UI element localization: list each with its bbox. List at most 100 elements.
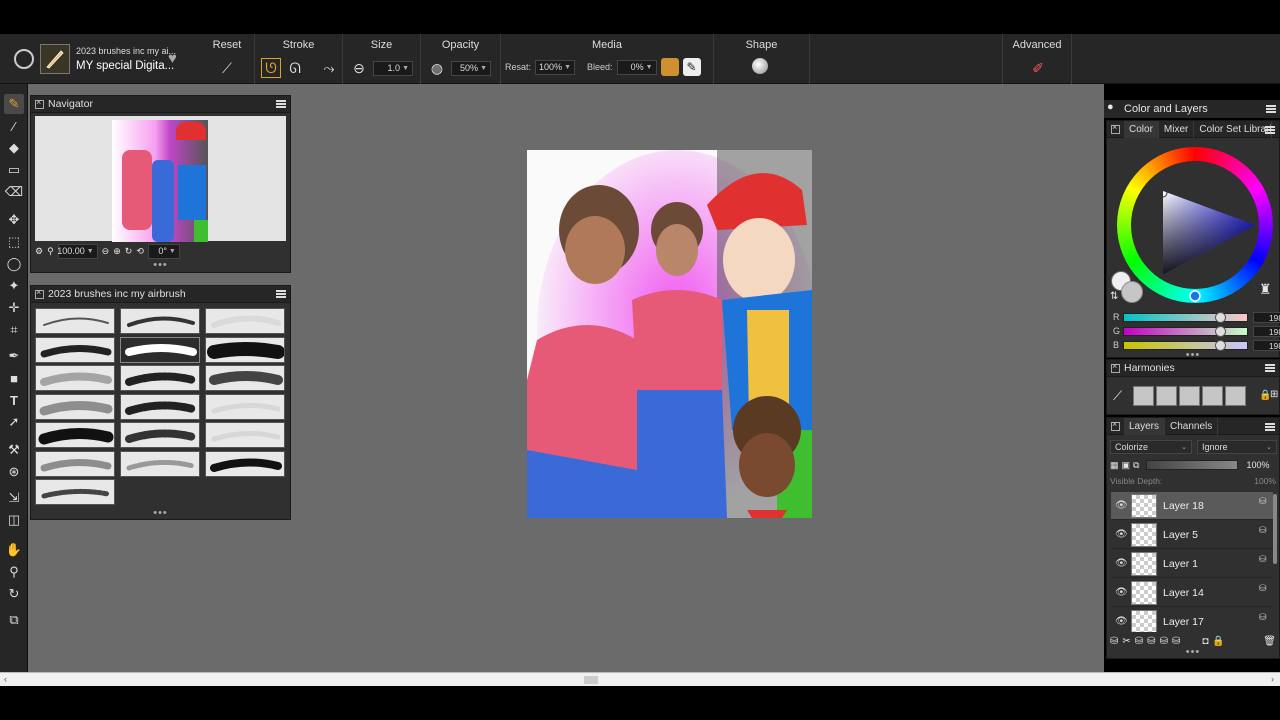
eye-icon[interactable]: 👁 (1115, 616, 1128, 628)
brush-shape-icon[interactable] (752, 58, 768, 74)
harmony-swatch[interactable] (1225, 386, 1246, 406)
zoom-field[interactable]: 100.00 ▼ (57, 243, 98, 259)
grabber-icon[interactable]: ✋ (4, 540, 24, 560)
brush-variant-thumbnail[interactable] (205, 450, 285, 477)
dropper-tool-icon[interactable]: ⁄ (4, 116, 24, 136)
favorite-heart-icon[interactable]: ♥ (168, 50, 177, 67)
brush-variant-thumbnail[interactable] (205, 393, 285, 420)
harmony-swatch[interactable] (1133, 386, 1154, 406)
r-slider-knob[interactable] (1215, 311, 1226, 323)
magic-wand-icon[interactable]: ✦ (4, 276, 24, 296)
advanced-brush-icon[interactable]: ✐ (1028, 58, 1048, 78)
g-slider[interactable] (1123, 325, 1248, 337)
navigator-preview[interactable] (35, 116, 286, 242)
magnifier-icon[interactable]: ⚲ (47, 246, 54, 257)
collapse-dot-icon[interactable]: ● (1107, 101, 1114, 113)
brush-variant-thumbnail[interactable] (205, 365, 285, 391)
transform-icon[interactable]: ✛ (4, 298, 24, 318)
layer-composite-icon[interactable]: ⛁ (1259, 496, 1269, 506)
brush-variant-thumbnail[interactable] (35, 308, 115, 334)
new-layer-group-icon[interactable]: ⛁ (1135, 636, 1143, 647)
tab-color-set-libraries[interactable]: Color Set Libraries (1194, 120, 1273, 138)
brush-variant-thumbnail[interactable] (120, 422, 200, 448)
brush-variant-thumbnail[interactable] (205, 336, 285, 363)
close-icon[interactable] (1111, 361, 1120, 373)
brush-variant-thumbnail[interactable] (35, 479, 115, 505)
harmony-swatch[interactable] (1156, 386, 1177, 406)
layer-row[interactable]: 👁 Layer 1 ⛁ (1111, 550, 1273, 578)
panel-menu-icon[interactable] (1265, 364, 1275, 372)
rotation-field[interactable]: 0° ▼ (147, 243, 180, 259)
resat-field[interactable]: 100% ▼ (535, 59, 576, 75)
eye-icon[interactable]: 👁 (1115, 558, 1128, 570)
zoom-out-icon[interactable]: ⊖ (102, 246, 110, 257)
mirror-painting-icon[interactable]: ⊛ (4, 462, 24, 482)
paint-bucket-icon[interactable]: ◆ (4, 138, 24, 158)
lock-layer-icon[interactable]: ⧉ (1133, 460, 1139, 471)
preserve-transparency-icon[interactable]: ▦ (1110, 460, 1119, 471)
eye-icon[interactable]: 👁 (1115, 587, 1128, 599)
screen-mode-icon[interactable]: ⧉ (4, 610, 24, 630)
panel-resize-handle[interactable]: ••• (31, 507, 290, 519)
layer-row[interactable]: 👁 Layer 14 ⛁ (1111, 579, 1273, 607)
freehand-stroke-icon[interactable]: ᘎ (261, 58, 281, 78)
brush-variant-thumbnail[interactable] (120, 393, 200, 420)
brush-variant-thumbnail[interactable] (120, 308, 200, 334)
g-slider-knob[interactable] (1215, 325, 1226, 337)
brush-variant-thumbnail[interactable] (35, 365, 115, 391)
r-value[interactable]: 198 (1253, 311, 1280, 323)
layer-composite-icon[interactable]: ⛁ (1259, 525, 1269, 535)
cloner-icon[interactable]: ⚒ (4, 440, 24, 460)
color-wheel[interactable] (1117, 147, 1273, 303)
layer-composite-icon[interactable]: ⛁ (1259, 554, 1269, 564)
panel-resize-handle[interactable]: ••• (1107, 646, 1279, 658)
delete-layer-icon[interactable]: 🗑 (1263, 636, 1276, 647)
panel-menu-icon[interactable] (276, 290, 286, 298)
layer-opacity-value[interactable]: 100% (1241, 460, 1269, 470)
paper-interaction-select[interactable]: Ignore ⌄ (1197, 440, 1277, 454)
horizontal-scrollbar[interactable]: ‹ › (0, 672, 1280, 686)
brush-selector[interactable]: 2023 brushes inc my ai... MY special Dig… (8, 40, 193, 78)
straight-line-stroke-icon[interactable]: ᘏ (285, 58, 305, 78)
layer-adjuster-icon[interactable]: ✥ (4, 210, 24, 230)
crop-icon[interactable]: ⌗ (4, 320, 24, 340)
swap-colors-icon[interactable]: ⇅ (1110, 291, 1118, 302)
divine-proportion-icon[interactable]: ◫ (4, 510, 24, 530)
new-watercolor-layer-icon[interactable]: ⛁ (1172, 636, 1180, 647)
close-icon[interactable] (1111, 419, 1120, 431)
brush-variant-thumbnail[interactable] (205, 308, 285, 334)
layer-scrollbar[interactable] (1273, 494, 1277, 564)
dynamic-plugins-icon[interactable]: ✂ (1122, 636, 1130, 647)
lasso-icon[interactable]: ◯ (4, 254, 24, 274)
close-icon[interactable] (35, 97, 44, 109)
tab-mixer[interactable]: Mixer (1159, 120, 1195, 138)
pick-up-underlying-icon[interactable]: ▣ (1122, 460, 1131, 471)
shape-tool-icon[interactable]: ■ (4, 368, 24, 388)
harmony-swatch[interactable] (1179, 386, 1200, 406)
layer-composite-icon[interactable]: ⛁ (1259, 583, 1269, 593)
layer-opacity-slider[interactable] (1146, 460, 1239, 470)
add-harmony-icon[interactable]: ⊞ (1270, 389, 1278, 400)
panel-menu-icon[interactable] (276, 100, 286, 108)
layer-row[interactable]: 👁 Layer 18 ⛁ (1111, 492, 1273, 520)
rect-selection-icon[interactable]: ⬚ (4, 232, 24, 252)
restore-icon[interactable] (14, 49, 34, 69)
text-tool-icon[interactable]: T (4, 390, 24, 410)
brush-variant-thumbnail[interactable] (35, 450, 115, 477)
brush-thumbnail[interactable] (40, 44, 70, 74)
bleed-field[interactable]: 0% ▼ (616, 59, 657, 75)
reset-tool-icon[interactable]: ⟋ (217, 58, 237, 78)
clone-color-icon[interactable]: ♜ (1259, 281, 1272, 298)
layer-mask-icon[interactable]: ⛁ (1147, 636, 1155, 647)
close-icon[interactable] (1111, 122, 1120, 134)
gradient-tool-icon[interactable]: ▭ (4, 160, 24, 180)
brush-tool-icon[interactable]: ✎ (4, 94, 24, 114)
stroke-attributes-icon[interactable]: ⤳ (319, 58, 339, 78)
eye-icon[interactable]: 👁 (1115, 500, 1128, 512)
brush-variant-thumbnail[interactable] (35, 336, 115, 363)
panel-menu-icon[interactable] (1265, 423, 1275, 431)
media-color-icon[interactable] (660, 58, 679, 76)
rotate-page-icon[interactable]: ↻ (4, 584, 24, 604)
brush-variant-thumbnail[interactable] (120, 336, 200, 363)
zoom-in-icon[interactable]: ⊕ (113, 246, 121, 257)
